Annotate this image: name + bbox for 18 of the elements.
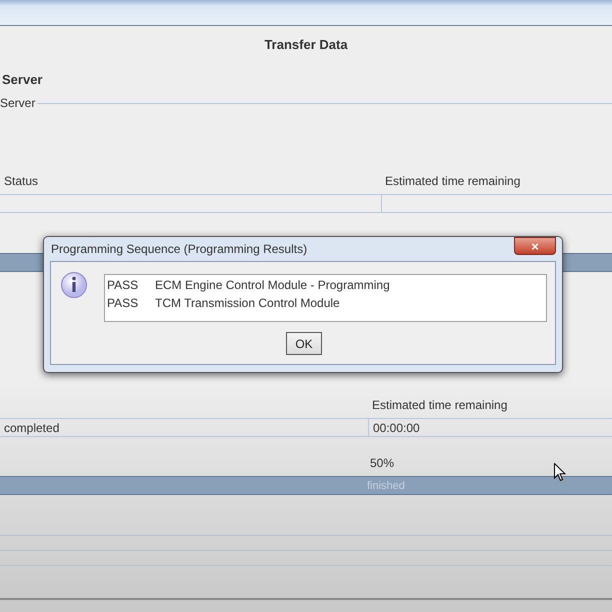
column-header: Estimated time remaining (372, 398, 508, 412)
column-header: Estimated time remaining (385, 174, 520, 188)
progress-text: finished (367, 479, 405, 494)
table-cell-text: 00:00:00 (373, 420, 420, 436)
progress-percent: 50% (370, 456, 394, 470)
section-heading: Server (2, 71, 42, 90)
column-header: Status (4, 174, 38, 188)
window-title: Transfer Data (264, 36, 348, 54)
result-status: PASS (107, 295, 140, 312)
result-module: TCM Transmission Control Module (155, 295, 340, 312)
ok-button[interactable]: OK (286, 332, 322, 355)
table-cell-text: completed (4, 420, 60, 436)
cursor-icon (554, 463, 566, 482)
result-module: ECM Engine Control Module - Programming (155, 277, 390, 294)
dialog-title: Programming Sequence (Programming Results) (51, 241, 308, 258)
group-label: Server (0, 95, 36, 112)
result-status: PASS (107, 277, 140, 294)
info-icon (60, 271, 88, 299)
